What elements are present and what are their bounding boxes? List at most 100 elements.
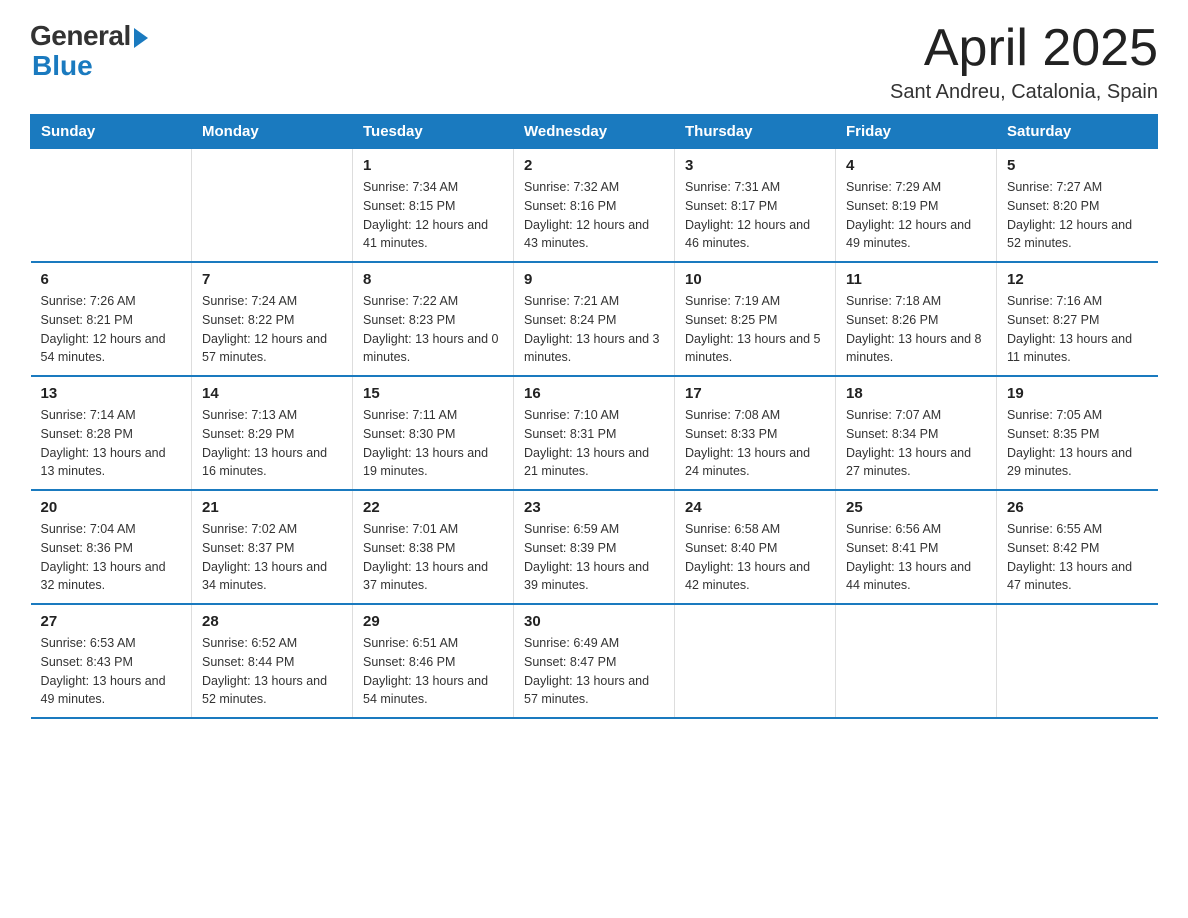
page-subtitle: Sant Andreu, Catalonia, Spain — [890, 81, 1158, 104]
day-info: Sunrise: 7:16 AM Sunset: 8:27 PM Dayligh… — [1007, 292, 1148, 367]
day-info: Sunrise: 7:26 AM Sunset: 8:21 PM Dayligh… — [41, 292, 182, 367]
calendar-week-4: 20 Sunrise: 7:04 AM Sunset: 8:36 PM Dayli… — [31, 490, 1158, 604]
calendar-cell: 20 Sunrise: 7:04 AM Sunset: 8:36 PM Dayli… — [31, 490, 192, 604]
day-number: 17 — [685, 385, 825, 402]
day-number: 14 — [202, 385, 342, 402]
calendar-cell: 21 Sunrise: 7:02 AM Sunset: 8:37 PM Dayli… — [192, 490, 353, 604]
calendar-cell: 16 Sunrise: 7:10 AM Sunset: 8:31 PM Dayli… — [514, 376, 675, 490]
day-info: Sunrise: 7:04 AM Sunset: 8:36 PM Dayligh… — [41, 520, 182, 595]
calendar-cell — [675, 604, 836, 718]
page-header: General Blue April 2025 Sant Andreu, Cat… — [30, 20, 1158, 104]
calendar-header-row: SundayMondayTuesdayWednesdayThursdayFrid… — [31, 115, 1158, 149]
calendar-cell: 10 Sunrise: 7:19 AM Sunset: 8:25 PM Dayli… — [675, 262, 836, 376]
calendar-cell: 27 Sunrise: 6:53 AM Sunset: 8:43 PM Dayli… — [31, 604, 192, 718]
day-info: Sunrise: 6:58 AM Sunset: 8:40 PM Dayligh… — [685, 520, 825, 595]
day-number: 7 — [202, 271, 342, 288]
day-info: Sunrise: 7:10 AM Sunset: 8:31 PM Dayligh… — [524, 406, 664, 481]
day-number: 5 — [1007, 157, 1148, 174]
calendar-cell: 28Sunrise: 6:52 AM Sunset: 8:44 PM Dayli… — [192, 604, 353, 718]
day-number: 4 — [846, 157, 986, 174]
calendar-cell: 17 Sunrise: 7:08 AM Sunset: 8:33 PM Dayli… — [675, 376, 836, 490]
calendar-cell: 15 Sunrise: 7:11 AM Sunset: 8:30 PM Dayli… — [353, 376, 514, 490]
calendar-cell: 18 Sunrise: 7:07 AM Sunset: 8:34 PM Dayli… — [836, 376, 997, 490]
day-number: 29 — [363, 613, 503, 630]
day-info: Sunrise: 7:02 AM Sunset: 8:37 PM Dayligh… — [202, 520, 342, 595]
day-info: Sunrise: 7:01 AM Sunset: 8:38 PM Dayligh… — [363, 520, 503, 595]
day-info: Sunrise: 6:59 AM Sunset: 8:39 PM Dayligh… — [524, 520, 664, 595]
day-info: Sunrise: 7:34 AM Sunset: 8:15 PM Dayligh… — [363, 178, 503, 253]
calendar-cell — [836, 604, 997, 718]
day-number: 2 — [524, 157, 664, 174]
calendar-cell: 7 Sunrise: 7:24 AM Sunset: 8:22 PM Daylig… — [192, 262, 353, 376]
calendar-cell: 26 Sunrise: 6:55 AM Sunset: 8:42 PM Dayli… — [997, 490, 1158, 604]
calendar-table: SundayMondayTuesdayWednesdayThursdayFrid… — [30, 114, 1158, 719]
day-number: 20 — [41, 499, 182, 516]
day-info: Sunrise: 7:29 AM Sunset: 8:19 PM Dayligh… — [846, 178, 986, 253]
day-info: Sunrise: 6:51 AM Sunset: 8:46 PM Dayligh… — [363, 634, 503, 709]
day-number: 1 — [363, 157, 503, 174]
calendar-week-1: 1 Sunrise: 7:34 AM Sunset: 8:15 PM Daylig… — [31, 149, 1158, 263]
day-info: Sunrise: 6:55 AM Sunset: 8:42 PM Dayligh… — [1007, 520, 1148, 595]
day-number: 10 — [685, 271, 825, 288]
weekday-header-sunday: Sunday — [31, 115, 192, 149]
calendar-cell: 5 Sunrise: 7:27 AM Sunset: 8:20 PM Daylig… — [997, 149, 1158, 263]
day-number: 8 — [363, 271, 503, 288]
logo-arrow-icon — [134, 28, 148, 48]
day-number: 26 — [1007, 499, 1148, 516]
calendar-cell: 6 Sunrise: 7:26 AM Sunset: 8:21 PM Daylig… — [31, 262, 192, 376]
day-info: Sunrise: 7:19 AM Sunset: 8:25 PM Dayligh… — [685, 292, 825, 367]
calendar-cell: 2 Sunrise: 7:32 AM Sunset: 8:16 PM Daylig… — [514, 149, 675, 263]
title-block: April 2025 Sant Andreu, Catalonia, Spain — [890, 20, 1158, 104]
day-number: 6 — [41, 271, 182, 288]
weekday-header-wednesday: Wednesday — [514, 115, 675, 149]
day-number: 27 — [41, 613, 182, 630]
day-info: Sunrise: 6:53 AM Sunset: 8:43 PM Dayligh… — [41, 634, 182, 709]
day-info: Sunrise: 7:08 AM Sunset: 8:33 PM Dayligh… — [685, 406, 825, 481]
day-number: 24 — [685, 499, 825, 516]
calendar-cell: 8 Sunrise: 7:22 AM Sunset: 8:23 PM Daylig… — [353, 262, 514, 376]
weekday-header-monday: Monday — [192, 115, 353, 149]
day-number: 3 — [685, 157, 825, 174]
logo: General Blue — [30, 20, 148, 82]
day-number: 30 — [524, 613, 664, 630]
logo-blue-text: Blue — [30, 50, 93, 82]
day-info: Sunrise: 7:32 AM Sunset: 8:16 PM Dayligh… — [524, 178, 664, 253]
calendar-cell: 11 Sunrise: 7:18 AM Sunset: 8:26 PM Dayli… — [836, 262, 997, 376]
calendar-cell: 19 Sunrise: 7:05 AM Sunset: 8:35 PM Dayli… — [997, 376, 1158, 490]
day-number: 19 — [1007, 385, 1148, 402]
day-number: 22 — [363, 499, 503, 516]
day-number: 25 — [846, 499, 986, 516]
day-number: 28 — [202, 613, 342, 630]
day-number: 21 — [202, 499, 342, 516]
day-number: 16 — [524, 385, 664, 402]
calendar-cell: 1 Sunrise: 7:34 AM Sunset: 8:15 PM Daylig… — [353, 149, 514, 263]
day-info: Sunrise: 7:14 AM Sunset: 8:28 PM Dayligh… — [41, 406, 182, 481]
day-number: 11 — [846, 271, 986, 288]
day-number: 18 — [846, 385, 986, 402]
calendar-cell: 25 Sunrise: 6:56 AM Sunset: 8:41 PM Dayli… — [836, 490, 997, 604]
calendar-week-2: 6 Sunrise: 7:26 AM Sunset: 8:21 PM Daylig… — [31, 262, 1158, 376]
day-info: Sunrise: 7:05 AM Sunset: 8:35 PM Dayligh… — [1007, 406, 1148, 481]
day-number: 15 — [363, 385, 503, 402]
calendar-week-3: 13 Sunrise: 7:14 AM Sunset: 8:28 PM Dayli… — [31, 376, 1158, 490]
day-info: Sunrise: 7:18 AM Sunset: 8:26 PM Dayligh… — [846, 292, 986, 367]
weekday-header-tuesday: Tuesday — [353, 115, 514, 149]
calendar-cell: 29 Sunrise: 6:51 AM Sunset: 8:46 PM Dayli… — [353, 604, 514, 718]
calendar-cell: 30 Sunrise: 6:49 AM Sunset: 8:47 PM Dayli… — [514, 604, 675, 718]
calendar-cell — [192, 149, 353, 263]
calendar-cell: 24 Sunrise: 6:58 AM Sunset: 8:40 PM Dayli… — [675, 490, 836, 604]
day-info: Sunrise: 7:11 AM Sunset: 8:30 PM Dayligh… — [363, 406, 503, 481]
day-info: Sunrise: 6:49 AM Sunset: 8:47 PM Dayligh… — [524, 634, 664, 709]
day-number: 23 — [524, 499, 664, 516]
day-info: Sunrise: 7:07 AM Sunset: 8:34 PM Dayligh… — [846, 406, 986, 481]
day-info: Sunrise: 7:31 AM Sunset: 8:17 PM Dayligh… — [685, 178, 825, 253]
calendar-cell: 22 Sunrise: 7:01 AM Sunset: 8:38 PM Dayli… — [353, 490, 514, 604]
day-info: Sunrise: 7:27 AM Sunset: 8:20 PM Dayligh… — [1007, 178, 1148, 253]
day-info: Sunrise: 7:22 AM Sunset: 8:23 PM Dayligh… — [363, 292, 503, 367]
calendar-cell — [997, 604, 1158, 718]
day-number: 13 — [41, 385, 182, 402]
day-info: Sunrise: 6:56 AM Sunset: 8:41 PM Dayligh… — [846, 520, 986, 595]
calendar-cell: 9Sunrise: 7:21 AM Sunset: 8:24 PM Daylig… — [514, 262, 675, 376]
day-info: Sunrise: 7:24 AM Sunset: 8:22 PM Dayligh… — [202, 292, 342, 367]
day-number: 12 — [1007, 271, 1148, 288]
